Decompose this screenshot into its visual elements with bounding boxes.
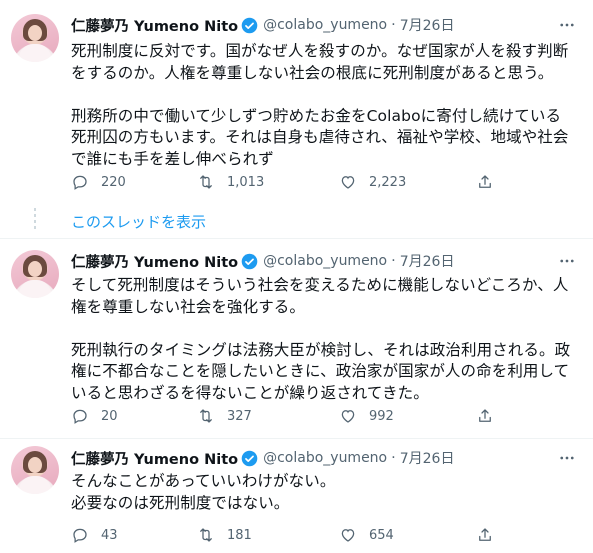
avatar[interactable] — [11, 446, 59, 494]
retweet-button[interactable]: 327 — [197, 406, 252, 426]
reply-count: 20 — [101, 408, 118, 424]
retweet-count: 1,013 — [227, 174, 265, 190]
tweet-actions: 20 327 992 — [71, 406, 571, 426]
reply-count: 43 — [101, 527, 118, 543]
tweet-text: そんなことがあっていいわけがない。 必要なのは死刑制度ではない。 — [71, 472, 336, 512]
share-icon — [479, 175, 491, 188]
retweet-icon — [200, 528, 212, 542]
retweet-count: 181 — [227, 527, 252, 543]
verified-badge-icon — [241, 253, 258, 269]
share-icon — [479, 409, 491, 422]
tweet-header: 仁藤夢乃 Yumeno Nito @colabo_yumeno · 7月26日 — [71, 250, 454, 272]
separator-dot: · — [391, 17, 396, 33]
author-name[interactable]: 仁藤夢乃 Yumeno Nito — [71, 448, 238, 469]
like-count: 2,223 — [369, 174, 407, 190]
divider — [0, 238, 593, 239]
avatar[interactable] — [11, 250, 59, 298]
tweet-text: そして死刑制度はそういう社会を変えるために機能しないどころか、人権を尊重しない社… — [71, 276, 571, 402]
share-button[interactable] — [476, 172, 494, 192]
like-button[interactable]: 992 — [339, 406, 394, 426]
like-count: 654 — [369, 527, 394, 543]
like-button[interactable]: 2,223 — [339, 172, 406, 192]
like-count: 992 — [369, 408, 394, 424]
heart-icon — [341, 529, 355, 542]
reply-button[interactable]: 43 — [71, 525, 118, 545]
reply-button[interactable]: 20 — [71, 406, 118, 426]
more-options-icon[interactable] — [557, 251, 577, 271]
author-handle[interactable]: @colabo_yumeno — [263, 17, 387, 33]
more-options-icon[interactable] — [557, 448, 577, 468]
author-handle[interactable]: @colabo_yumeno — [263, 253, 387, 269]
retweet-icon — [200, 409, 212, 423]
tweet-actions: 43 181 654 — [71, 525, 571, 545]
verified-badge-icon — [241, 450, 258, 466]
author-handle[interactable]: @colabo_yumeno — [263, 450, 387, 466]
divider — [0, 438, 593, 439]
tweet-date[interactable]: 7月26日 — [400, 448, 455, 468]
thread-connector — [34, 208, 36, 230]
tweet-date[interactable]: 7月26日 — [400, 15, 455, 35]
reply-count: 220 — [101, 174, 126, 190]
author-name[interactable]: 仁藤夢乃 Yumeno Nito — [71, 251, 238, 272]
show-thread-link[interactable]: このスレッドを表示 — [71, 211, 206, 232]
share-button[interactable] — [476, 525, 494, 545]
tweet-date[interactable]: 7月26日 — [400, 251, 455, 271]
heart-icon — [341, 176, 355, 189]
tweet-text: 死刑制度に反対です。国がなぜ人を殺すのか。なぜ国家が人を殺す判断をするのか。人権… — [71, 42, 569, 168]
separator-dot: · — [391, 253, 396, 269]
share-icon — [479, 528, 491, 541]
share-button[interactable] — [476, 406, 494, 426]
avatar[interactable] — [11, 14, 59, 62]
retweet-icon — [200, 175, 212, 189]
reply-button[interactable]: 220 — [71, 172, 126, 192]
reply-icon — [73, 528, 87, 543]
heart-icon — [341, 410, 355, 423]
retweet-button[interactable]: 181 — [197, 525, 252, 545]
reply-icon — [73, 409, 87, 424]
tweet-header: 仁藤夢乃 Yumeno Nito @colabo_yumeno · 7月26日 — [71, 14, 454, 36]
author-name[interactable]: 仁藤夢乃 Yumeno Nito — [71, 15, 238, 36]
retweet-count: 327 — [227, 408, 252, 424]
tweet-actions: 220 1,013 2,223 — [71, 172, 571, 192]
retweet-button[interactable]: 1,013 — [197, 172, 264, 192]
tweet-header: 仁藤夢乃 Yumeno Nito @colabo_yumeno · 7月26日 — [71, 447, 454, 469]
reply-icon — [73, 175, 87, 190]
separator-dot: · — [391, 450, 396, 466]
like-button[interactable]: 654 — [339, 525, 394, 545]
more-options-icon[interactable] — [557, 15, 577, 35]
verified-badge-icon — [241, 17, 258, 33]
